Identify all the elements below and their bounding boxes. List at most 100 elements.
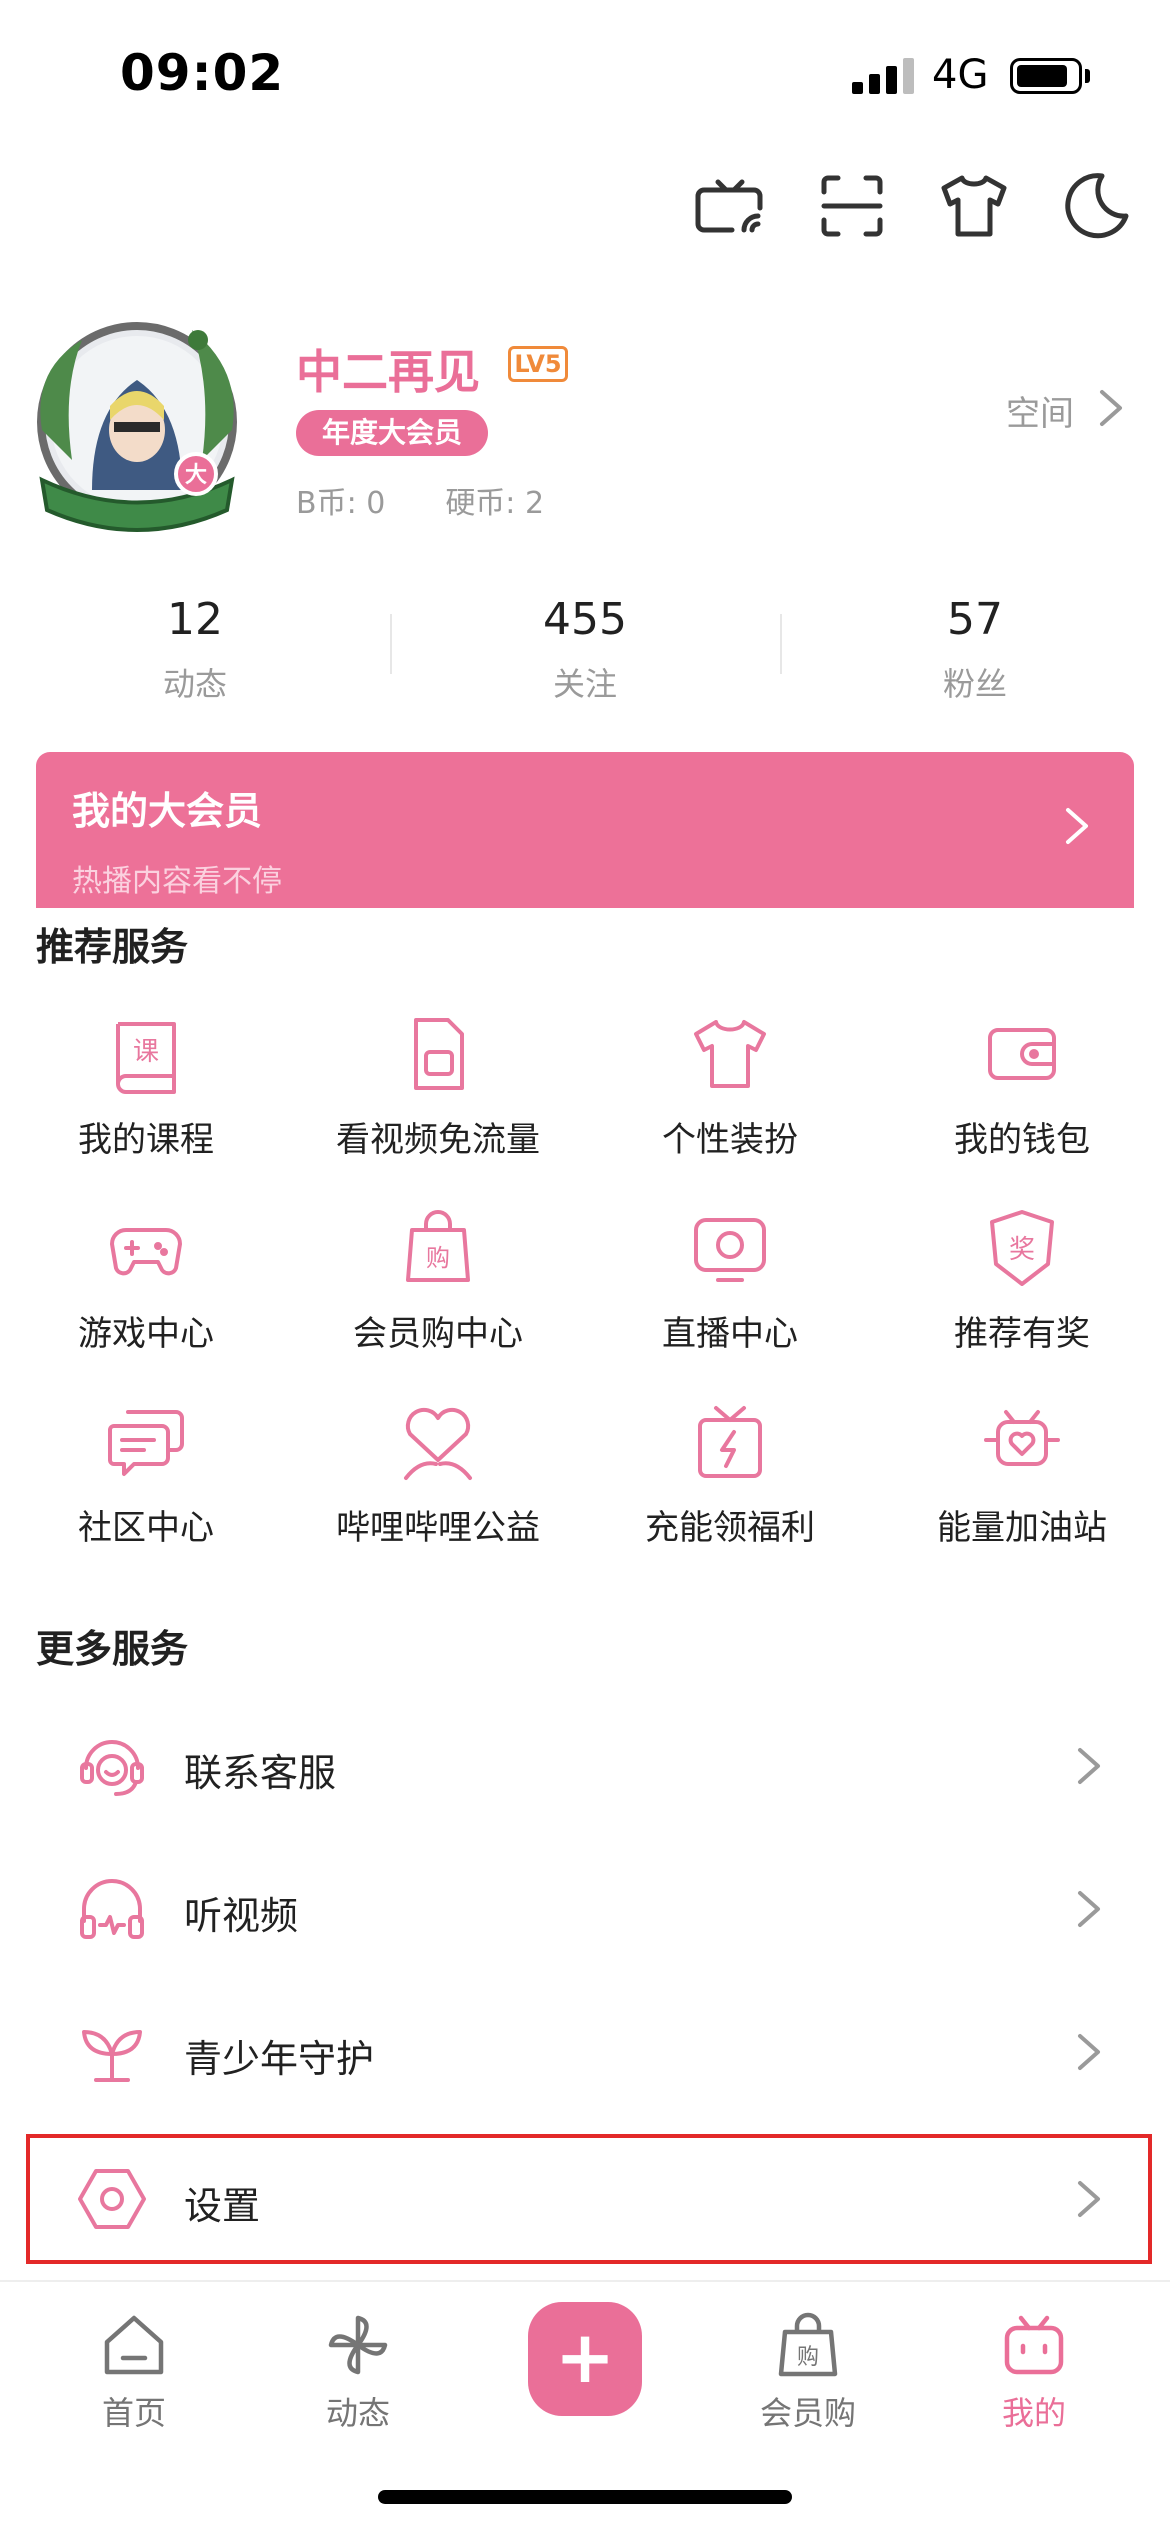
chevron-right-icon: [1078, 2034, 1100, 2070]
stat-label: 粉丝: [942, 665, 1007, 703]
bottom-tab-bar: 首页 动态 + 购 会员购 我的: [0, 2280, 1170, 2532]
stat-label: 动态: [162, 665, 227, 703]
reward-shield-icon: 奖: [990, 1210, 1054, 1286]
vip-banner[interactable]: 我的大会员 热播内容看不停: [36, 752, 1134, 908]
highlight-box: [26, 2134, 1152, 2264]
tab-dynamics[interactable]: 动态: [278, 2310, 438, 2434]
sim-card-icon: [414, 1018, 464, 1090]
chat-bubbles-icon: [108, 1410, 184, 1476]
service-label: 游戏中心: [78, 1314, 214, 1354]
stat-value: 455: [543, 594, 627, 645]
service-label: 看视频免流量: [336, 1120, 540, 1160]
service-game-center[interactable]: 游戏中心: [0, 1206, 292, 1355]
list-item-teen-mode[interactable]: 青少年守护: [36, 1986, 1134, 2118]
sprout-icon: [82, 2030, 142, 2082]
service-label: 我的钱包: [954, 1120, 1090, 1160]
list-item-customer-service[interactable]: 联系客服: [36, 1700, 1134, 1832]
course-book-icon: 课: [116, 1022, 176, 1094]
wallet-icon: [988, 1028, 1056, 1080]
svg-text:奖: 奖: [1009, 1235, 1035, 1265]
recommended-section-title: 推荐服务: [36, 925, 189, 969]
service-free-data[interactable]: 看视频免流量: [292, 1012, 584, 1161]
service-label: 充能领福利: [645, 1508, 815, 1548]
tv-mine-icon: [1004, 2315, 1064, 2375]
service-label: 能量加油站: [937, 1508, 1107, 1548]
tab-vip-shop[interactable]: 购 会员购: [728, 2310, 888, 2434]
shopping-bag-icon: 购: [778, 2312, 838, 2377]
shirt-icon: [694, 1020, 766, 1088]
home-indicator: [378, 2490, 792, 2504]
chevron-right-icon[interactable]: [1096, 386, 1126, 430]
tab-mine[interactable]: 我的: [954, 2310, 1114, 2434]
tab-label: 会员购: [759, 2394, 856, 2432]
service-live-center[interactable]: 直播中心: [584, 1206, 876, 1355]
svg-text:大: 大: [185, 463, 207, 488]
moon-icon[interactable]: [1058, 168, 1134, 244]
list-item-label: 联系客服: [184, 1751, 337, 1795]
svg-text:购: 购: [797, 2345, 819, 2370]
list-item-label: 听视频: [184, 1894, 299, 1938]
level-badge: LV5: [508, 346, 568, 382]
stat-fans[interactable]: 57 粉丝: [780, 594, 1170, 705]
chevron-right-icon: [1078, 1748, 1100, 1784]
service-community[interactable]: 社区中心: [0, 1400, 292, 1549]
network-type: 4G: [932, 52, 989, 98]
stat-following[interactable]: 455 关注: [390, 594, 780, 705]
list-item-listen-video[interactable]: 听视频: [36, 1843, 1134, 1975]
service-my-course[interactable]: 课 我的课程: [0, 1012, 292, 1161]
status-time: 09:02: [120, 44, 285, 102]
svg-text:购: 购: [426, 1244, 450, 1272]
vip-banner-subtitle: 热播内容看不停: [72, 864, 282, 899]
coin-info: B币: 0 硬币: 2: [296, 478, 604, 522]
chevron-right-icon: [1078, 1891, 1100, 1927]
service-label: 推荐有奖: [954, 1314, 1090, 1354]
service-label: 会员购中心: [353, 1314, 523, 1354]
service-wallet[interactable]: 我的钱包: [876, 1012, 1168, 1161]
service-label: 个性装扮: [662, 1120, 798, 1160]
scan-icon[interactable]: [814, 168, 890, 244]
service-referral-reward[interactable]: 奖 推荐有奖: [876, 1206, 1168, 1355]
service-dress-up[interactable]: 个性装扮: [584, 1012, 876, 1161]
customer-service-icon: [80, 1740, 144, 1796]
service-energy-benefit[interactable]: 充能领福利: [584, 1400, 876, 1549]
vip-banner-title: 我的大会员: [72, 789, 263, 833]
tab-label: 我的: [1001, 2394, 1066, 2432]
vip-badge[interactable]: 年度大会员: [296, 410, 489, 456]
space-link[interactable]: 空间: [1006, 386, 1074, 435]
stat-label: 关注: [552, 665, 617, 703]
tv-cast-icon[interactable]: [692, 168, 768, 244]
home-icon: [104, 2315, 164, 2375]
stat-value: 12: [167, 594, 223, 645]
coin-count: 硬币: 2: [445, 486, 545, 521]
energy-gift-icon: [698, 1406, 762, 1478]
bcoin-count: B币: 0: [296, 486, 386, 521]
username[interactable]: 中二再见: [296, 336, 480, 402]
stat-value: 57: [947, 594, 1003, 645]
tab-label: 首页: [101, 2394, 166, 2432]
shirt-icon[interactable]: [936, 168, 1012, 244]
tab-home[interactable]: 首页: [54, 2310, 214, 2434]
gamepad-icon: [110, 1228, 182, 1276]
pinwheel-icon: [328, 2315, 388, 2375]
charity-heart-icon: [404, 1407, 472, 1480]
stat-dynamics[interactable]: 12 动态: [0, 594, 390, 705]
list-item-label: 青少年守护: [184, 2037, 375, 2081]
service-charity[interactable]: 哔哩哔哩公益: [292, 1400, 584, 1549]
service-label: 我的课程: [78, 1120, 214, 1160]
service-label: 哔哩哔哩公益: [336, 1508, 540, 1548]
tab-label: 动态: [325, 2394, 390, 2432]
svg-text:课: 课: [133, 1037, 159, 1067]
battery-icon: [1010, 58, 1082, 94]
shopping-bag-icon: 购: [406, 1210, 470, 1282]
live-tv-icon: [694, 1218, 766, 1282]
signal-icon: [852, 58, 914, 94]
battery-tip: [1085, 69, 1090, 83]
service-vip-shop[interactable]: 购 会员购中心: [292, 1206, 584, 1355]
avatar[interactable]: 大: [22, 310, 252, 540]
service-label: 直播中心: [662, 1314, 798, 1354]
post-button[interactable]: +: [528, 2302, 642, 2416]
service-label: 社区中心: [78, 1508, 214, 1548]
more-section-title: 更多服务: [36, 1627, 189, 1671]
service-energy-station[interactable]: 能量加油站: [876, 1400, 1168, 1549]
chevron-right-icon: [1066, 808, 1088, 844]
